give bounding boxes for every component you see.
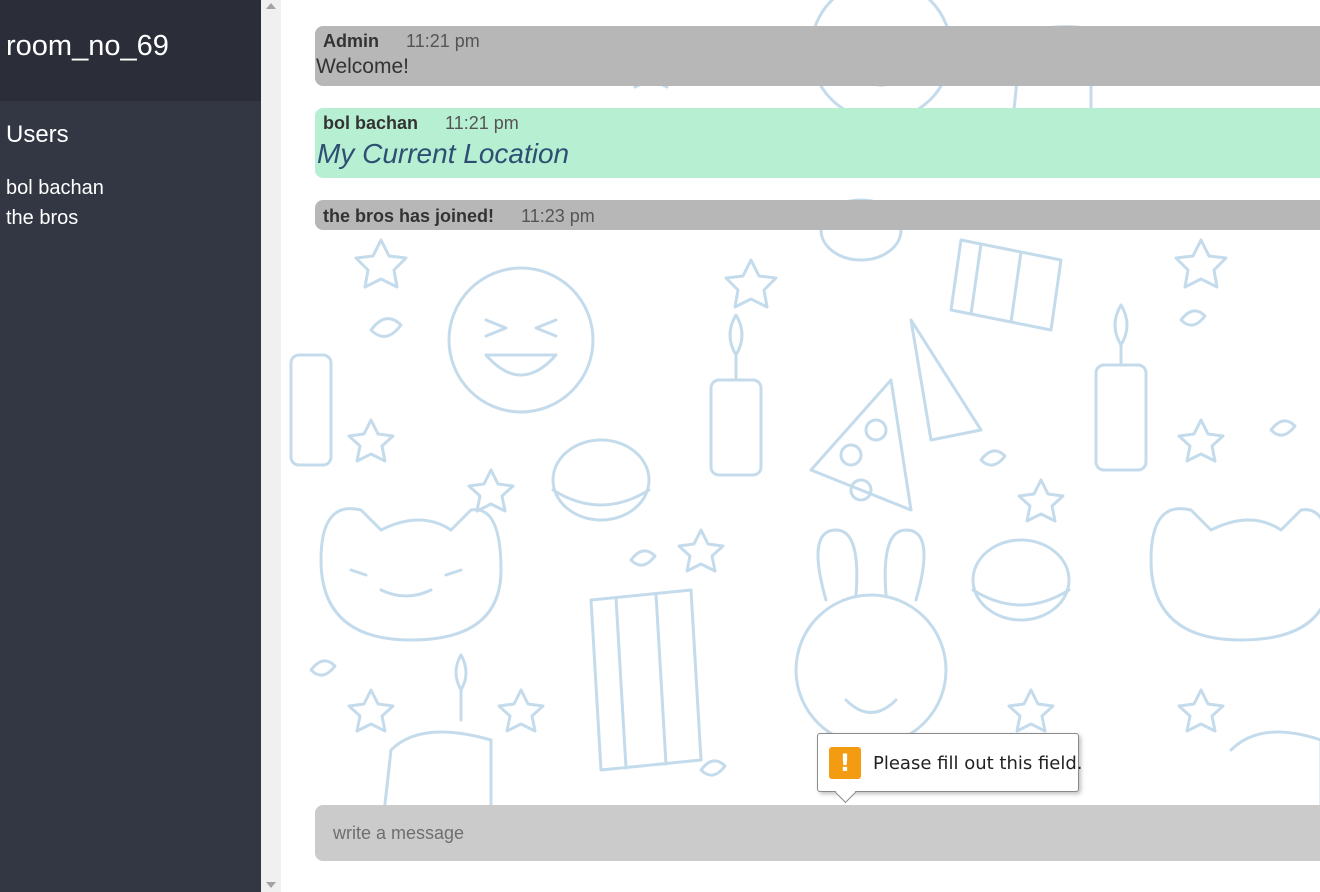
message-time: 11:21 pm [406, 31, 480, 51]
message-list: Admin 11:21 pm Welcome! bol bachan 11:21… [315, 26, 1320, 230]
location-link[interactable]: My Current Location [315, 134, 1320, 174]
message-meta: the bros has joined! 11:23 pm [315, 200, 1320, 226]
scroll-down-arrow-icon[interactable] [266, 882, 276, 888]
message-author: the bros has joined! [323, 206, 495, 226]
message-text: Welcome! [316, 55, 409, 78]
message-input[interactable] [315, 805, 1320, 861]
message: Admin 11:21 pm Welcome! [315, 26, 1320, 86]
user-item: the bros [6, 207, 79, 229]
scroll-up-arrow-icon[interactable] [266, 3, 276, 9]
room-title: room_no_69 [6, 30, 169, 62]
message-meta: bol bachan 11:21 pm [315, 108, 1320, 134]
validation-message: Please fill out this field. [873, 753, 1083, 774]
message-author: Admin [323, 31, 379, 51]
users-heading: Users [6, 121, 69, 148]
join-notice: the bros has joined! 11:23 pm [315, 200, 1320, 230]
location-message: bol bachan 11:21 pm My Current Location [315, 108, 1320, 178]
sidebar: room_no_69 Users bol bachan the bros [0, 0, 261, 892]
validation-tooltip: ! Please fill out this field. [817, 733, 1083, 804]
message-meta: Admin 11:21 pm [315, 26, 1320, 52]
chat-area: Admin 11:21 pm Welcome! bol bachan 11:21… [281, 0, 1320, 892]
users-list: bol bachan the bros [6, 173, 261, 233]
room-header: room_no_69 [0, 0, 261, 101]
user-item: bol bachan [6, 177, 104, 199]
message-author: bol bachan [323, 113, 419, 133]
warning-icon: ! [829, 747, 861, 779]
sidebar-scrollbar[interactable] [261, 0, 281, 892]
message-time: 11:23 pm [521, 206, 595, 226]
message-time: 11:21 pm [445, 113, 519, 133]
